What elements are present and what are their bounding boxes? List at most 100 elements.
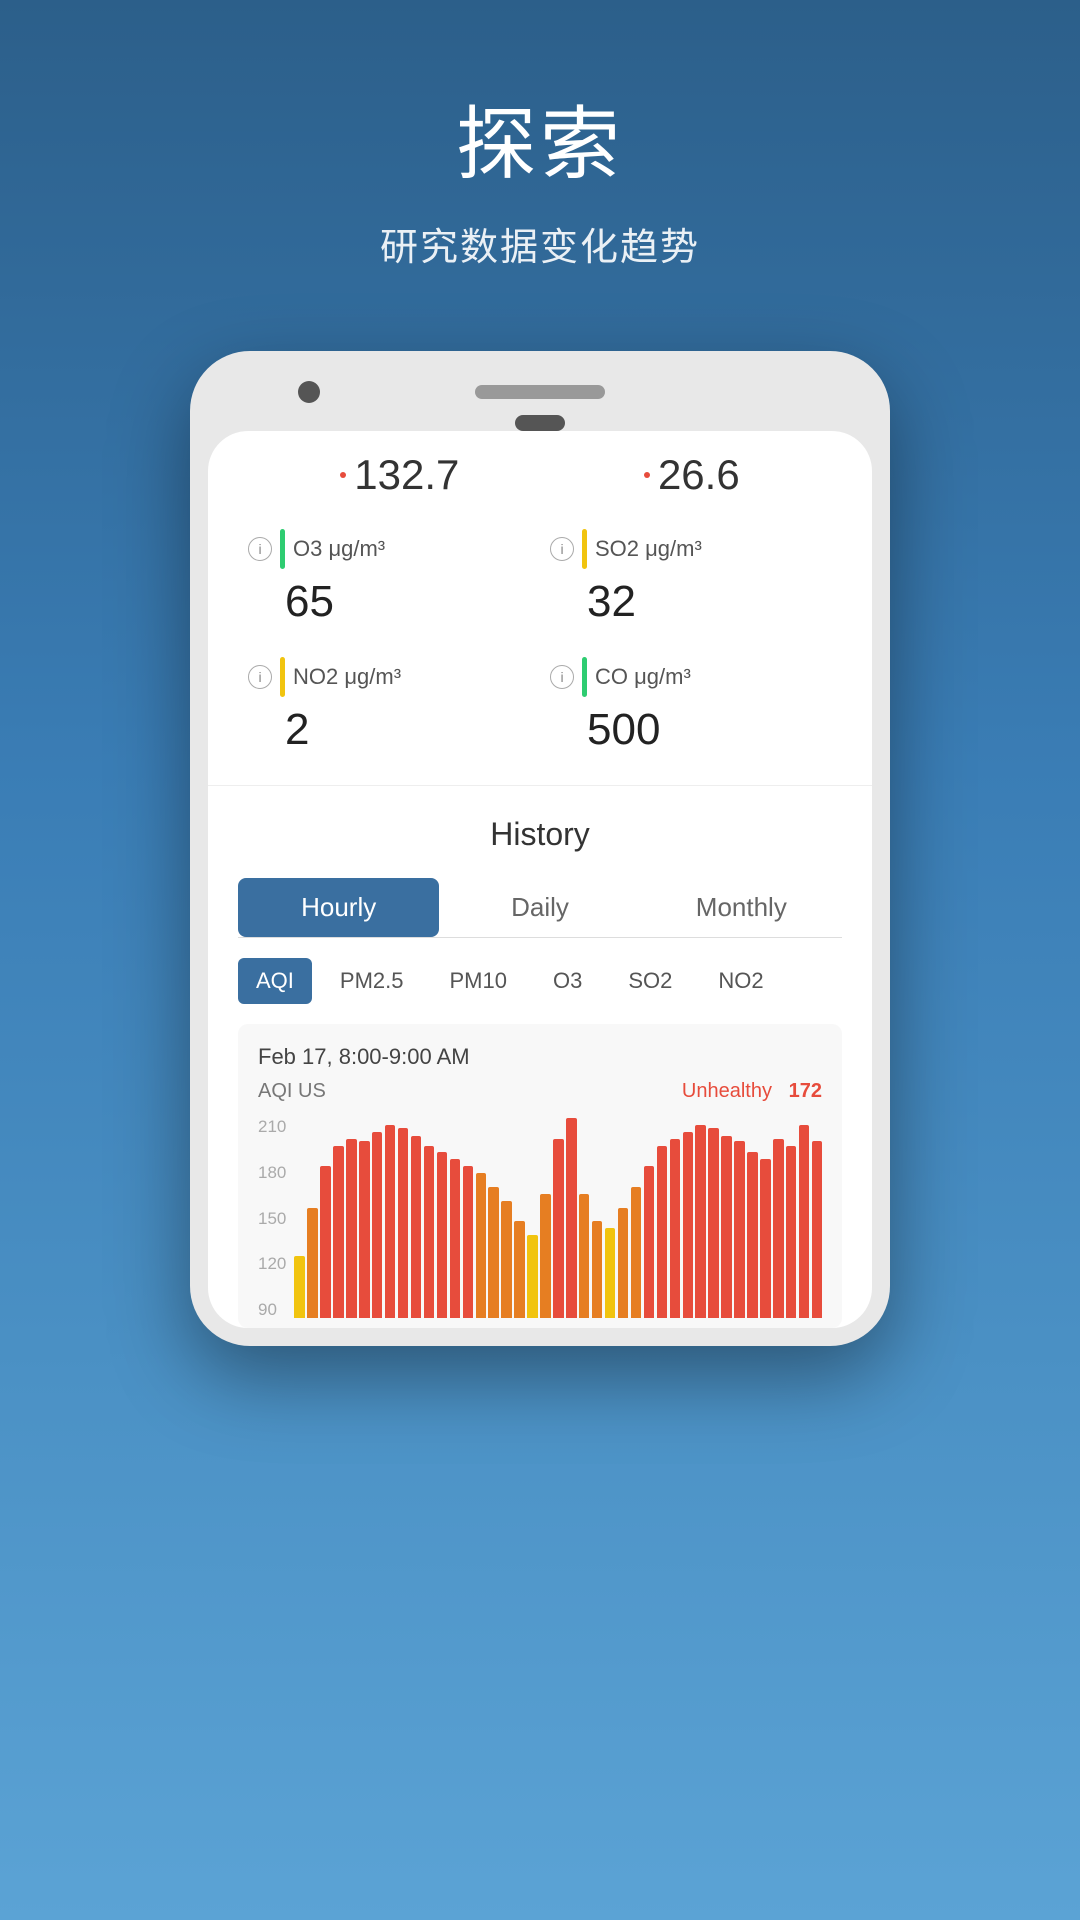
y-label-90: 90 xyxy=(258,1301,286,1318)
no2-value: 2 xyxy=(285,705,530,755)
metric-so2-header: i SO2 μg/m³ xyxy=(550,529,832,569)
chart-bar[interactable] xyxy=(294,1256,304,1318)
chart-bar[interactable] xyxy=(760,1159,770,1318)
chart-bar[interactable] xyxy=(359,1141,369,1318)
chart-bar[interactable] xyxy=(605,1228,615,1318)
chart-bar[interactable] xyxy=(631,1187,641,1318)
history-section: History Hourly Daily Monthly AQI PM2.5 P… xyxy=(208,786,872,1328)
metric-co: i CO μg/m³ 500 xyxy=(550,657,832,755)
metric-o3-header: i O3 μg/m³ xyxy=(248,529,530,569)
info-icon-so2[interactable]: i xyxy=(550,537,574,561)
page-subtitle: 研究数据变化趋势 xyxy=(380,216,700,271)
chart-bar[interactable] xyxy=(618,1208,628,1318)
chart-bar[interactable] xyxy=(657,1146,667,1318)
pm25-indicator xyxy=(340,472,346,478)
no2-label: NO2 μg/m³ xyxy=(293,664,401,690)
phone-camera xyxy=(298,381,320,403)
y-axis: 210 180 150 120 90 xyxy=(258,1118,286,1318)
phone-mockup: 132.7 26.6 i O3 μg/m³ xyxy=(190,351,890,1346)
chart-bar[interactable] xyxy=(670,1139,680,1318)
tab-monthly[interactable]: Monthly xyxy=(641,878,842,937)
so2-bar xyxy=(582,529,587,569)
chart-bar[interactable] xyxy=(540,1194,550,1318)
chart-bar[interactable] xyxy=(695,1125,705,1318)
chart-bar[interactable] xyxy=(320,1166,330,1318)
y-label-180: 180 xyxy=(258,1164,286,1181)
chart-bar[interactable] xyxy=(514,1221,524,1318)
history-title: History xyxy=(238,816,842,853)
o3-value: 65 xyxy=(285,577,530,627)
chart-aqi-label: AQI US xyxy=(258,1080,326,1103)
info-icon-no2[interactable]: i xyxy=(248,665,272,689)
o3-label: O3 μg/m³ xyxy=(293,536,385,562)
chart-bar[interactable] xyxy=(592,1221,602,1318)
chart-bar[interactable] xyxy=(372,1132,382,1318)
chart-bar[interactable] xyxy=(476,1173,486,1318)
y-label-210: 210 xyxy=(258,1118,286,1135)
so2-value: 32 xyxy=(587,577,832,627)
top-values-row: 132.7 26.6 xyxy=(248,451,832,499)
top-value-pm10: 26.6 xyxy=(644,451,740,499)
phone-home-btn xyxy=(515,415,565,431)
status-value: 172 xyxy=(789,1080,822,1102)
chart-bar[interactable] xyxy=(333,1146,343,1318)
info-icon-co[interactable]: i xyxy=(550,665,574,689)
info-icon-o3[interactable]: i xyxy=(248,537,272,561)
chart-bar[interactable] xyxy=(773,1139,783,1318)
time-tabs: Hourly Daily Monthly xyxy=(238,878,842,938)
chart-container: Feb 17, 8:00-9:00 AM AQI US Unhealthy 17… xyxy=(238,1024,842,1328)
chart-bar[interactable] xyxy=(437,1152,447,1318)
chart-bar[interactable] xyxy=(488,1187,498,1318)
co-label: CO μg/m³ xyxy=(595,664,691,690)
tab-daily[interactable]: Daily xyxy=(439,878,640,937)
chart-bar[interactable] xyxy=(683,1132,693,1318)
chart-bar[interactable] xyxy=(644,1166,654,1318)
chart-status: Unhealthy 172 xyxy=(682,1080,822,1103)
status-text: Unhealthy xyxy=(682,1080,772,1102)
co-bar xyxy=(582,657,587,697)
y-label-120: 120 xyxy=(258,1255,286,1272)
chart-status-row: AQI US Unhealthy 172 xyxy=(258,1080,822,1103)
co-value: 500 xyxy=(587,705,832,755)
tab-hourly[interactable]: Hourly xyxy=(238,878,439,937)
chart-bar[interactable] xyxy=(734,1141,744,1318)
tab-so2[interactable]: SO2 xyxy=(610,958,690,1004)
chart-bar[interactable] xyxy=(812,1141,822,1318)
chart-bar[interactable] xyxy=(799,1125,809,1318)
chart-date: Feb 17, 8:00-9:00 AM xyxy=(258,1044,822,1070)
tab-pm25[interactable]: PM2.5 xyxy=(322,958,422,1004)
chart-bar[interactable] xyxy=(747,1152,757,1318)
chart-bar[interactable] xyxy=(385,1125,395,1318)
tab-o3[interactable]: O3 xyxy=(535,958,600,1004)
metrics-grid: i O3 μg/m³ 65 i SO2 μg/m³ 32 xyxy=(248,529,832,755)
chart-bar[interactable] xyxy=(346,1139,356,1318)
y-label-150: 150 xyxy=(258,1210,286,1227)
tab-no2[interactable]: NO2 xyxy=(700,958,781,1004)
metric-so2: i SO2 μg/m³ 32 xyxy=(550,529,832,627)
chart-bar[interactable] xyxy=(463,1166,473,1318)
top-value-pm25: 132.7 xyxy=(340,451,459,499)
metric-no2: i NO2 μg/m³ 2 xyxy=(248,657,530,755)
chart-bar[interactable] xyxy=(424,1146,434,1318)
chart-bar[interactable] xyxy=(579,1194,589,1318)
chart-bar[interactable] xyxy=(450,1159,460,1318)
chart-bar[interactable] xyxy=(553,1139,563,1318)
chart-bar[interactable] xyxy=(411,1136,421,1318)
phone-speaker xyxy=(475,385,605,399)
chart-bar[interactable] xyxy=(708,1128,718,1318)
tab-aqi[interactable]: AQI xyxy=(238,958,312,1004)
pm25-value: 132.7 xyxy=(354,451,459,499)
top-metrics: 132.7 26.6 i O3 μg/m³ xyxy=(208,431,872,786)
chart-bar[interactable] xyxy=(786,1146,796,1318)
chart-bar[interactable] xyxy=(398,1128,408,1318)
chart-bar[interactable] xyxy=(566,1118,576,1318)
pm10-indicator xyxy=(644,472,650,478)
chart-bar[interactable] xyxy=(527,1235,537,1318)
chart-bar[interactable] xyxy=(307,1208,317,1318)
tab-pm10[interactable]: PM10 xyxy=(432,958,525,1004)
pollutant-tabs: AQI PM2.5 PM10 O3 SO2 NO2 xyxy=(238,958,842,1004)
page-title: 探索 xyxy=(456,80,624,196)
chart-bar[interactable] xyxy=(721,1136,731,1318)
o3-bar xyxy=(280,529,285,569)
chart-bar[interactable] xyxy=(501,1201,511,1318)
